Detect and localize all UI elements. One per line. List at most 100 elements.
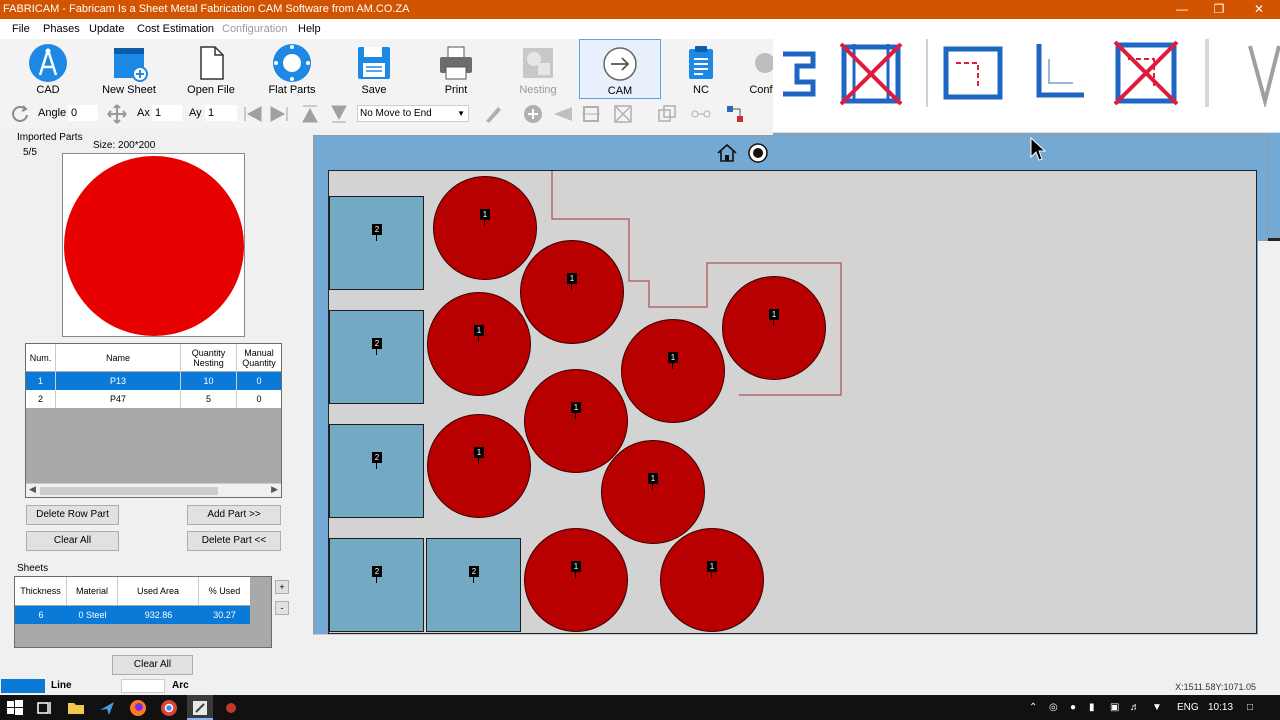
nested-rect-part[interactable]: 2 — [329, 538, 424, 632]
scroll-right-icon[interactable]: ▶ — [271, 484, 278, 495]
config-button[interactable]: Confi — [735, 39, 775, 99]
col-name[interactable]: Name — [56, 344, 181, 372]
add-sheet-button[interactable]: + — [275, 580, 289, 594]
close-icon[interactable]: ✕ — [1239, 0, 1279, 19]
open-file-button[interactable]: Open File — [176, 39, 246, 99]
nested-rect-part[interactable]: 2 — [329, 196, 424, 290]
windows-start-icon[interactable] — [5, 698, 25, 718]
arrow-right-end-icon[interactable] — [268, 103, 290, 125]
notification-icon[interactable]: □ — [1247, 702, 1253, 713]
edge-icon[interactable] — [97, 698, 117, 718]
save-button[interactable]: Save — [339, 39, 409, 99]
path-nodes-icon[interactable] — [690, 103, 712, 125]
nested-circle-part[interactable]: 1 — [427, 414, 531, 518]
tray-display-icon[interactable]: ▣ — [1110, 702, 1119, 713]
menu-update[interactable]: Update — [89, 23, 124, 35]
rotate-icon[interactable] — [9, 103, 31, 125]
tray-volume-icon[interactable]: ♬ — [1130, 702, 1140, 713]
delete-part-button[interactable]: Delete Part << — [187, 531, 281, 551]
nesting-vertical-scrollbar[interactable] — [1258, 241, 1268, 669]
table-row[interactable]: 6 0 Steel 932.86 30.27 — [15, 606, 250, 624]
arc-color-swatch[interactable] — [121, 679, 165, 693]
nested-circle-part[interactable]: 1 — [722, 276, 826, 380]
zoom-target-icon[interactable] — [748, 143, 768, 163]
lead-rect-icon[interactable] — [938, 41, 1008, 103]
table-row[interactable]: 1 P13 10 0 — [26, 372, 281, 390]
nested-rect-part[interactable]: 2 — [329, 424, 424, 518]
connect-nodes-icon[interactable] — [724, 103, 746, 125]
nested-circle-part[interactable]: 1 — [660, 528, 764, 632]
add-circle-icon[interactable] — [522, 103, 544, 125]
chrome-icon[interactable] — [159, 698, 179, 718]
tray-network-icon[interactable]: ◎ — [1049, 702, 1058, 713]
tray-language[interactable]: ENG — [1177, 702, 1199, 713]
nested-circle-part[interactable]: 1 — [520, 240, 624, 344]
media-app-icon[interactable] — [221, 698, 241, 718]
line-color-swatch[interactable] — [1, 679, 45, 693]
cad-button[interactable]: CAD — [13, 39, 83, 99]
col-num[interactable]: Num. — [26, 344, 56, 372]
delete-lead-icon[interactable] — [1110, 37, 1182, 109]
nc-button[interactable]: NC — [666, 39, 736, 99]
nested-rect-part[interactable]: 2 — [426, 538, 521, 632]
add-part-button[interactable]: Add Part >> — [187, 505, 281, 525]
angle-input[interactable]: 0 — [68, 105, 98, 121]
home-icon[interactable] — [716, 143, 738, 163]
cut-shape-icon[interactable] — [783, 44, 828, 104]
cam-button[interactable]: CAM — [579, 39, 661, 99]
copy-icon[interactable] — [656, 103, 678, 125]
scroll-thumb[interactable] — [40, 487, 218, 495]
restore-icon[interactable]: ❐ — [1199, 0, 1239, 19]
file-explorer-icon[interactable] — [66, 698, 86, 718]
menu-phases[interactable]: Phases — [43, 23, 80, 35]
nested-circle-part[interactable]: 1 — [601, 440, 705, 544]
ay-input[interactable]: 1 — [205, 105, 237, 121]
nesting-button[interactable]: Nesting — [503, 39, 573, 99]
task-view-icon[interactable] — [35, 698, 55, 718]
arrow-left-end-icon[interactable] — [242, 103, 264, 125]
scroll-left-icon[interactable]: ◀ — [29, 484, 36, 495]
col-percent-used[interactable]: % Used — [199, 577, 250, 605]
nested-circle-part[interactable]: 1 — [427, 292, 531, 396]
arrow-up-end-icon[interactable] — [299, 103, 321, 125]
new-sheet-button[interactable]: New Sheet — [94, 39, 164, 99]
corner-icon[interactable] — [1029, 39, 1089, 105]
nc-delete-icon[interactable] — [612, 103, 634, 125]
fabricam-app-icon[interactable] — [190, 698, 210, 718]
tray-chevron-icon[interactable]: ⌃ — [1029, 702, 1037, 713]
nested-circle-part[interactable]: 1 — [621, 319, 725, 423]
delete-rect-icon[interactable] — [836, 39, 906, 109]
delete-row-part-button[interactable]: Delete Row Part — [26, 505, 119, 525]
tray-mic-icon[interactable]: ● — [1070, 702, 1076, 713]
nested-rect-part[interactable]: 2 — [329, 310, 424, 404]
bevel-icon[interactable] — [1245, 41, 1280, 107]
minimize-icon[interactable]: — — [1162, 0, 1202, 19]
menu-help[interactable]: Help — [298, 23, 321, 35]
flat-parts-button[interactable]: Flat Parts — [257, 39, 327, 99]
table-row[interactable]: 2 P47 5 0 — [26, 390, 281, 408]
move-mode-select[interactable]: No Move to End ▼ — [357, 105, 469, 122]
dimension-icon[interactable] — [580, 103, 602, 125]
nested-circle-part[interactable]: 1 — [433, 176, 537, 280]
tray-battery-icon[interactable]: ▮ — [1089, 702, 1095, 713]
clear-all-parts-button[interactable]: Clear All — [26, 531, 119, 551]
col-quantity-nesting[interactable]: Quantity Nesting — [181, 344, 237, 372]
ax-input[interactable]: 1 — [152, 105, 182, 121]
clear-all-sheets-button[interactable]: Clear All — [112, 655, 193, 675]
print-button[interactable]: Print — [421, 39, 491, 99]
nested-circle-part[interactable]: 1 — [524, 528, 628, 632]
col-material[interactable]: Material — [67, 577, 118, 605]
tray-wifi-icon[interactable]: ▼ — [1152, 702, 1162, 713]
parts-table-scrollbar[interactable]: ◀ ▶ — [26, 483, 281, 497]
remove-sheet-button[interactable]: - — [275, 601, 289, 615]
move-icon[interactable] — [106, 103, 128, 125]
lead-in-icon[interactable] — [552, 103, 574, 125]
col-thickness[interactable]: Thickness — [15, 577, 67, 605]
arrow-down-end-icon[interactable] — [328, 103, 350, 125]
pencil-icon[interactable] — [482, 103, 504, 125]
col-manual-quantity[interactable]: Manual Quantity — [237, 344, 281, 372]
tray-clock[interactable]: 10:13 — [1208, 702, 1233, 713]
menu-cost-estimation[interactable]: Cost Estimation — [137, 23, 214, 35]
menu-configuration[interactable]: Configuration — [222, 23, 287, 35]
menu-file[interactable]: File — [12, 23, 30, 35]
